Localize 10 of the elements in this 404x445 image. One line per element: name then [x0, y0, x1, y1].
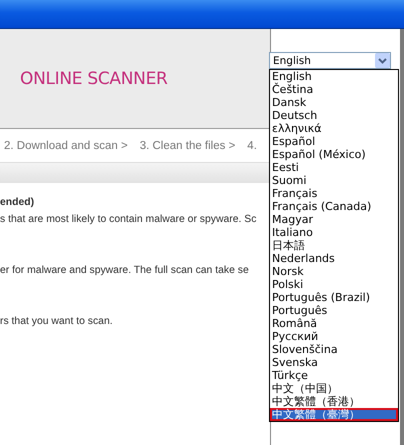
step-link[interactable]: 3. Clean the files >	[140, 140, 236, 152]
option-heading: ended)	[0, 197, 36, 208]
page-title: ONLINE SCANNER	[20, 68, 168, 88]
option-description: er for malware and spyware. The full scan can take se	[0, 265, 250, 276]
option-description: rs that you want to scan.	[0, 316, 114, 327]
language-option[interactable]: 中文繁體（臺灣）	[270, 408, 398, 421]
step-link[interactable]: 2. Download and scan >	[4, 140, 128, 152]
step-link[interactable]: 4.	[247, 140, 257, 152]
language-select[interactable]: English	[269, 52, 391, 69]
option-description: s that are most likely to contain malware or spyware. Sc	[0, 214, 258, 225]
